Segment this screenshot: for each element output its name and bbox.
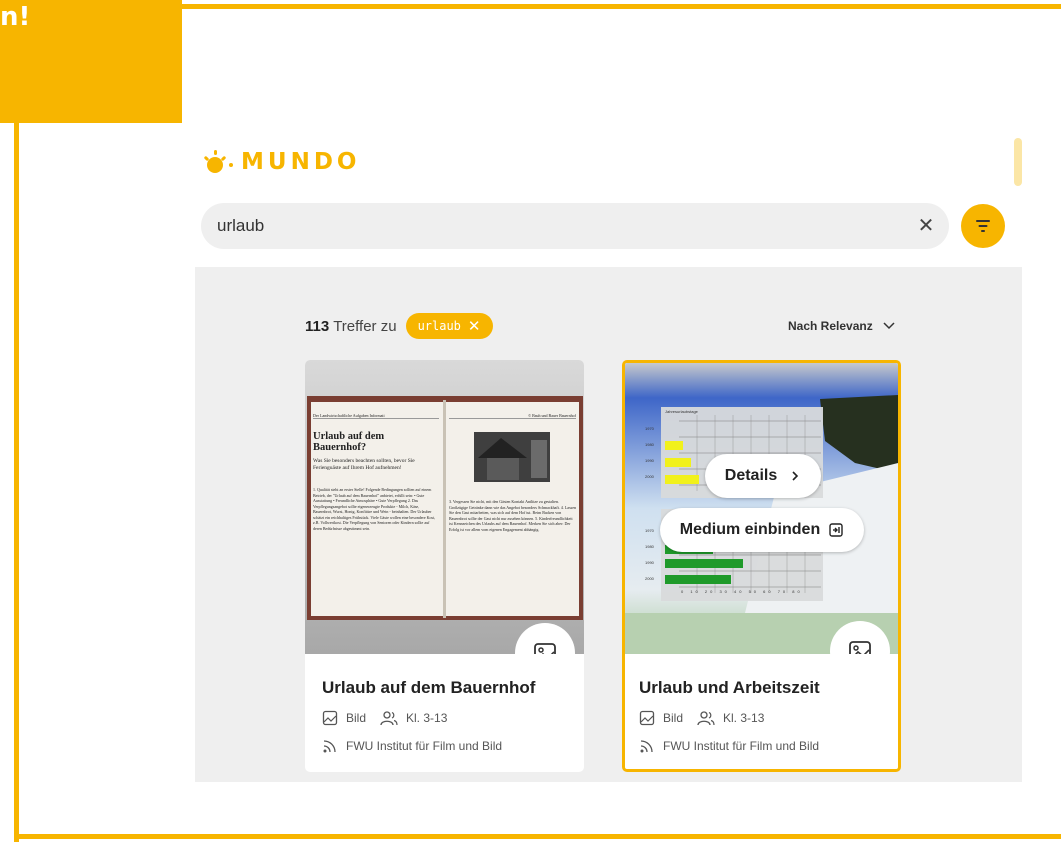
- chevron-down-icon: [883, 322, 895, 330]
- chart-row-label: 1980: [645, 544, 654, 549]
- image-icon: [322, 710, 338, 726]
- details-label: Details: [724, 467, 778, 484]
- scrollbar-thumb[interactable]: [1014, 138, 1022, 186]
- close-icon[interactable]: ✕: [915, 215, 937, 237]
- chart-row-label: 1970: [645, 528, 654, 533]
- card-meta-source: FWU Institut für Film und Bild: [639, 738, 819, 754]
- chart-axis: 0 10 20 30 40 50 60 70 80: [681, 589, 803, 594]
- chart-row-label: 2000: [645, 576, 654, 581]
- card-title[interactable]: Urlaub und Arbeitszeit: [639, 678, 820, 698]
- results-count-label: Treffer zu: [333, 317, 397, 335]
- card-meta-type: Bild Kl. 3-13: [639, 710, 764, 726]
- book-left-body: 1. Qualität steht an erster Stelle! Folg…: [313, 487, 436, 531]
- media-type-label: Bild: [346, 711, 367, 725]
- card-title[interactable]: Urlaub auf dem Bauernhof: [322, 678, 535, 698]
- rss-icon: [640, 740, 653, 753]
- embed-label: Medium einbinden: [679, 521, 821, 538]
- media-type-label: Bild: [663, 711, 684, 725]
- card-meta-type: Bild Kl. 3-13: [322, 710, 447, 726]
- users-icon: [697, 711, 715, 726]
- frame-top-border: [180, 4, 1061, 9]
- chart-row-label: 1980: [645, 442, 654, 447]
- image-type-badge: [830, 621, 890, 654]
- book-right-header: © Bauh und Bauer Bauernhof: [449, 413, 576, 419]
- image-icon: [849, 641, 871, 654]
- chip-remove-icon[interactable]: ✕: [468, 317, 481, 335]
- book-left-header: Der Landwirtschaftliche Aufgaben Informa…: [313, 413, 439, 419]
- sort-label: Nach Relevanz: [788, 319, 873, 333]
- image-icon: [534, 643, 556, 654]
- card-thumbnail[interactable]: Der Landwirtschaftliche Aufgaben Informa…: [305, 360, 584, 654]
- source-label: FWU Institut für Film und Bild: [346, 739, 503, 753]
- search-input[interactable]: [201, 203, 901, 249]
- details-button[interactable]: Details: [705, 454, 821, 498]
- search-term-chip[interactable]: urlaub ✕: [405, 313, 493, 339]
- results-area: 113 Treffer zu urlaub ✕ Nach Relevanz De…: [195, 267, 1022, 782]
- book-right-page: © Bauh und Bauer Bauernhof 3. Vergessen …: [449, 413, 576, 609]
- embed-icon: [829, 523, 843, 537]
- filter-icon: [976, 220, 990, 232]
- card-meta-source: FWU Institut für Film und Bild: [322, 738, 502, 754]
- chart-row-label: 1970: [645, 426, 654, 431]
- source-label: FWU Institut für Film und Bild: [663, 739, 820, 753]
- corner-text: n!: [0, 2, 31, 32]
- grade-label: Kl. 3-13: [723, 711, 765, 725]
- chart-rows-top: 1970 1980 1990 2000: [645, 421, 654, 485]
- chevron-right-icon: [792, 471, 799, 481]
- image-type-badge: [515, 623, 575, 654]
- frame-left-border: [14, 120, 19, 842]
- card-thumbnail[interactable]: Jahresurlaubstage 1970 1980 1990 2000 19…: [625, 363, 898, 654]
- book-heading: Urlaub auf dem Bauernhof?: [313, 431, 385, 453]
- sun-logo-icon: [203, 148, 237, 176]
- grade-label: Kl. 3-13: [406, 711, 448, 725]
- chip-label: urlaub: [417, 319, 461, 333]
- results-count: 113 Treffer zu urlaub ✕: [305, 313, 493, 339]
- search-bar[interactable]: ✕: [201, 203, 949, 249]
- chart-row-label: 2000: [645, 474, 654, 479]
- chart-rows-bottom: 1970 1980 1990 2000: [645, 523, 654, 587]
- frame-bottom-border: [14, 834, 1061, 839]
- mundo-app: MUNDO ✕ 113 Treffer zu urlaub ✕ Nach Rel…: [195, 130, 1022, 782]
- rss-icon: [323, 740, 336, 753]
- image-icon: [639, 710, 655, 726]
- logo[interactable]: MUNDO: [203, 148, 360, 176]
- book-left-page: Der Landwirtschaftliche Aufgaben Informa…: [313, 413, 439, 609]
- embed-media-button[interactable]: Medium einbinden: [660, 508, 864, 552]
- media-card-arbeitszeit[interactable]: Jahresurlaubstage 1970 1980 1990 2000 19…: [622, 360, 901, 772]
- results-count-number: 113: [305, 317, 330, 335]
- sort-dropdown[interactable]: Nach Relevanz: [788, 319, 895, 333]
- logo-text: MUNDO: [241, 149, 361, 175]
- corner-block: n!: [0, 0, 182, 123]
- filter-button[interactable]: [961, 204, 1005, 248]
- chart-row-label: 1990: [645, 458, 654, 463]
- users-icon: [380, 711, 398, 726]
- book-intro: Was Sie besonders beachten sollten, bevo…: [313, 458, 415, 471]
- book-right-body: 3. Vergessen Sie nicht, mit den Gästen K…: [449, 499, 576, 532]
- chart-row-label: 1990: [645, 560, 654, 565]
- chart-title: Jahresurlaubstage: [665, 409, 698, 414]
- media-card-bauernhof[interactable]: Der Landwirtschaftliche Aufgaben Informa…: [305, 360, 584, 772]
